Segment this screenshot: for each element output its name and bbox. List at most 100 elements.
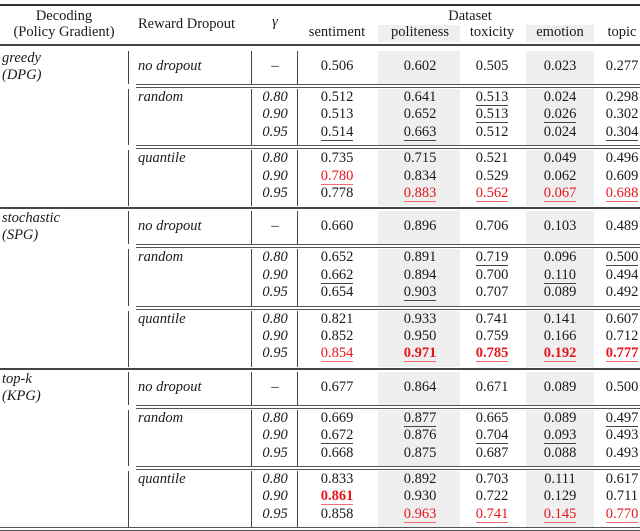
cell-value-sentiment: 0.654 xyxy=(320,284,354,301)
table-cell: 0.089 xyxy=(525,410,595,427)
cell-value-emotion: 0.089 xyxy=(543,378,577,395)
table-cell: 0.963 xyxy=(385,506,455,523)
cell-value-emotion: 0.145 xyxy=(543,505,577,523)
gamma-value: – xyxy=(271,58,279,74)
table-cell: 0.707 xyxy=(457,284,527,301)
table-cell: 0.688 xyxy=(587,185,640,202)
table-cell: 0.780 xyxy=(302,168,372,185)
table-cell: 0.093 xyxy=(525,427,595,445)
gamma-value: 0.90 xyxy=(262,167,288,184)
cell-value-topic: 0.489 xyxy=(605,218,639,235)
cell-value-politeness: 0.864 xyxy=(403,378,437,395)
cell-value-topic: 0.607 xyxy=(605,310,639,327)
table-cell: 0.894 xyxy=(385,267,455,284)
cell-value-politeness: 0.892 xyxy=(403,471,437,487)
table-cell: 0.821 xyxy=(302,311,372,328)
table-cell: 0.834 xyxy=(385,168,455,185)
table-cell: 0.500 xyxy=(587,379,640,396)
cell-value-politeness: 0.903 xyxy=(403,284,437,302)
cell-value-toxicity: 0.512 xyxy=(475,123,509,140)
table-cell: 0.026 xyxy=(525,106,595,124)
cell-value-emotion: 0.049 xyxy=(543,150,577,167)
table-cell: 0.668 xyxy=(302,445,372,462)
header-reward-dropout: Reward Dropout xyxy=(138,16,236,32)
table-cell: 0.514 xyxy=(302,124,372,141)
table-cell: 0.663 xyxy=(385,124,455,141)
cell-value-politeness: 0.877 xyxy=(403,409,437,427)
gamma-value: 0.95 xyxy=(262,345,288,362)
table-cell: 0.141 xyxy=(525,311,595,328)
table-cell: 0.672 xyxy=(302,427,372,445)
table-cell: 0.778 xyxy=(302,185,372,202)
cell-value-emotion: 0.103 xyxy=(543,218,577,235)
dropout-label: no dropout xyxy=(138,378,202,395)
cell-value-topic: 0.500 xyxy=(605,378,639,395)
table-cell: 0.192 xyxy=(525,345,595,363)
gamma-value: 0.80 xyxy=(262,249,288,266)
cell-value-topic: 0.302 xyxy=(605,106,639,123)
cell-value-sentiment: 0.858 xyxy=(320,505,354,522)
group-rule xyxy=(0,207,640,210)
table-cell: 0.677 xyxy=(302,379,372,396)
table-cell: 0.662 xyxy=(302,267,372,284)
gamma-value: 0.95 xyxy=(262,185,288,201)
cell-value-politeness: 0.663 xyxy=(403,123,437,141)
cell-value-politeness: 0.963 xyxy=(403,505,437,523)
table-cell: 0.513 xyxy=(302,106,372,123)
table-cell: 0.641 xyxy=(385,89,455,106)
table-cell: 0.512 xyxy=(302,89,372,106)
table-cell: 0.704 xyxy=(457,427,527,445)
cell-value-toxicity: 0.529 xyxy=(475,167,509,184)
cell-value-sentiment: 0.652 xyxy=(320,249,354,266)
table-cell: 0.562 xyxy=(457,185,527,202)
table-cell: 0.492 xyxy=(587,284,640,301)
cell-value-politeness: 0.883 xyxy=(403,185,437,202)
cell-value-politeness: 0.894 xyxy=(403,266,437,283)
group-name-greedy: greedy xyxy=(2,50,41,66)
cell-value-emotion: 0.166 xyxy=(543,328,577,344)
cell-value-sentiment: 0.669 xyxy=(320,409,354,426)
table-cell: 0.024 xyxy=(525,124,595,141)
table-cell: 0.024 xyxy=(525,89,595,106)
block-rule xyxy=(136,404,640,409)
table-cell: 0.062 xyxy=(525,168,595,185)
table-cell: 0.759 xyxy=(457,328,527,345)
table-cell: 0.529 xyxy=(457,168,527,185)
group-abbr: (DPG) xyxy=(2,67,42,83)
cell-value-toxicity: 0.706 xyxy=(475,218,509,235)
cell-value-toxicity: 0.671 xyxy=(475,378,509,395)
cell-value-topic: 0.493 xyxy=(605,427,639,444)
column-separator xyxy=(128,371,129,405)
cell-value-politeness: 0.950 xyxy=(403,328,437,344)
table-cell: 0.864 xyxy=(385,379,455,396)
cell-value-politeness: 0.891 xyxy=(403,249,437,266)
table-cell: 0.875 xyxy=(385,445,455,462)
table-cell: 0.298 xyxy=(587,89,640,106)
table-cell: 0.892 xyxy=(385,471,455,488)
cell-value-sentiment: 0.833 xyxy=(320,471,354,487)
group-name-stochastic: stochastic xyxy=(2,210,60,227)
table-cell: 0.883 xyxy=(385,185,455,202)
header-policy-gradient: (Policy Gradient) xyxy=(13,24,115,40)
cell-value-toxicity: 0.703 xyxy=(475,471,509,487)
cell-value-sentiment: 0.778 xyxy=(320,185,354,201)
cell-value-emotion: 0.192 xyxy=(543,345,577,363)
cell-value-toxicity: 0.505 xyxy=(475,58,509,74)
block-rule xyxy=(136,305,640,310)
gamma-value: 0.95 xyxy=(262,444,288,461)
table-cell: 0.703 xyxy=(457,471,527,488)
group-name-top-k: top-k xyxy=(2,370,32,387)
column-separator xyxy=(128,249,129,306)
cell-value-emotion: 0.089 xyxy=(543,284,577,301)
table-cell: 0.617 xyxy=(587,471,640,488)
gamma-value: 0.80 xyxy=(262,89,288,105)
table-cell: 0.896 xyxy=(385,218,455,235)
cell-value-topic: 0.688 xyxy=(605,185,639,202)
cell-value-emotion: 0.093 xyxy=(543,427,577,445)
cell-value-sentiment: 0.672 xyxy=(320,427,354,445)
column-separator xyxy=(128,310,129,367)
cell-value-topic: 0.496 xyxy=(605,150,639,167)
table-cell: 0.770 xyxy=(587,506,640,523)
table-cell: 0.660 xyxy=(302,218,372,235)
cell-value-topic: 0.770 xyxy=(605,505,639,523)
